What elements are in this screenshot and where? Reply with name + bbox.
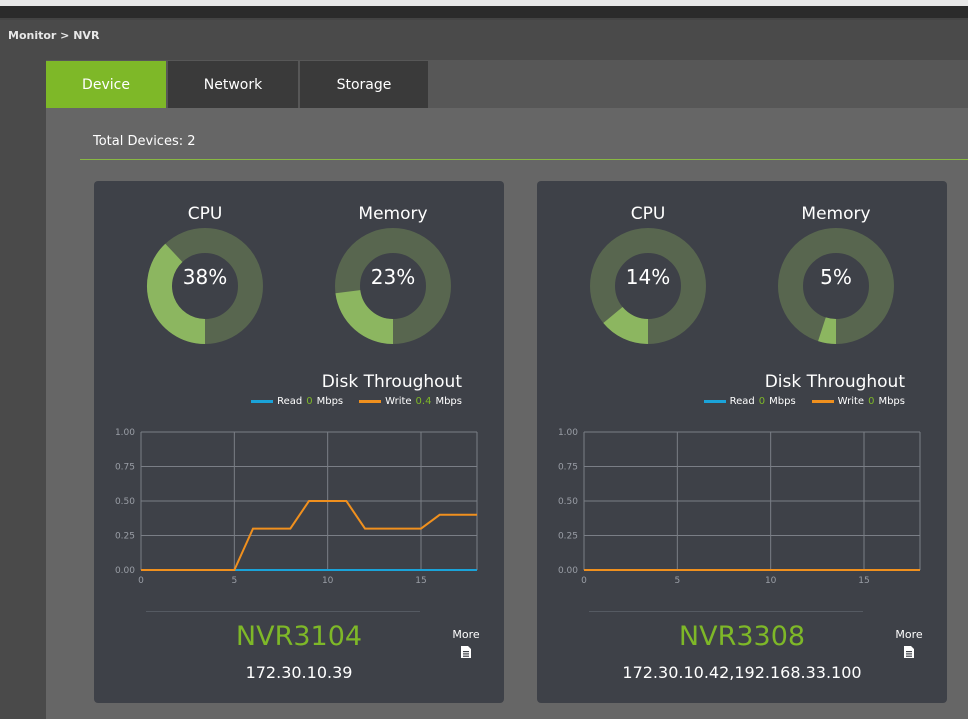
y-tick-label: 0.25 [115, 532, 135, 542]
memory-title: Memory [358, 204, 428, 224]
tab-storage[interactable]: Storage [300, 61, 428, 108]
disk-throughput-chart: 0.00 0.25 0.50 0.75 1.00 0 5 10 15 [558, 428, 921, 586]
write-legend-unit: Mbps [435, 396, 462, 407]
read-legend-swatch [251, 400, 274, 403]
memory-gauge: 23% [334, 227, 452, 345]
disk-throughput-chart: 0.00 0.25 0.50 0.75 1.00 0 5 10 15 [115, 428, 478, 586]
device-ip: 172.30.10.42,192.168.33.100 [622, 663, 862, 682]
x-tick-label: 15 [415, 576, 426, 586]
tab-network[interactable]: Network [168, 61, 298, 108]
write-legend-value: 0.4 [415, 396, 432, 407]
write-legend-label: Write [385, 396, 412, 407]
chart-legend: Read 0 Mbps Write 0.4 Mbps [251, 396, 462, 407]
cpu-value: 14% [625, 265, 671, 289]
y-tick-label: 0.00 [558, 566, 578, 576]
gauge-fill [603, 306, 649, 344]
x-tick-label: 15 [858, 576, 869, 586]
total-devices-label: Total Devices: 2 [93, 134, 196, 149]
device-name: NVR3308 [678, 621, 806, 652]
write-legend-unit: Mbps [878, 396, 905, 407]
more-button[interactable]: More [451, 628, 481, 659]
card-divider [589, 611, 863, 612]
memory-value: 5% [820, 265, 852, 289]
write-legend-swatch [359, 400, 382, 403]
y-tick-label: 0.75 [115, 463, 135, 473]
y-tick-label: 0.75 [558, 463, 578, 473]
write-legend-swatch [811, 400, 834, 403]
more-label: More [452, 628, 480, 641]
device-ip: 172.30.10.39 [245, 663, 353, 682]
tab-device[interactable]: Device [46, 61, 166, 108]
document-icon [461, 646, 471, 658]
x-tick-label: 0 [138, 576, 144, 586]
device-card: CPU 14% Memory 5% Disk Throughout Read 0… [537, 181, 947, 703]
chart-legend: Read 0 Mbps Write 0 Mbps [703, 396, 905, 407]
device-name: NVR3104 [235, 621, 363, 652]
read-legend-unit: Mbps [316, 396, 344, 407]
write-legend-value: 0 [868, 396, 875, 407]
y-tick-label: 0.50 [558, 497, 578, 507]
read-legend-label: Read [729, 396, 755, 407]
cpu-title: CPU [187, 204, 223, 224]
x-tick-label: 0 [581, 576, 587, 586]
memory-title: Memory [801, 204, 871, 224]
read-legend-value: 0 [306, 396, 313, 407]
x-tick-label: 10 [322, 576, 334, 586]
memory-gauge: 5% [777, 227, 895, 345]
x-tick-label: 5 [231, 576, 237, 586]
read-legend-label: Read [277, 396, 303, 407]
read-legend-unit: Mbps [769, 396, 796, 407]
disk-throughput-title: Disk Throughout [764, 372, 905, 392]
top-bar [0, 0, 968, 20]
memory-value: 23% [370, 265, 416, 289]
y-tick-label: 0.25 [558, 532, 578, 542]
card-divider [146, 611, 420, 612]
y-tick-label: 1.00 [558, 428, 578, 438]
gauge-fill [335, 289, 394, 344]
cpu-value: 38% [182, 265, 228, 289]
breadcrumb-bar [0, 20, 968, 60]
disk-throughput-title: Disk Throughout [321, 372, 462, 392]
cpu-gauge: 14% [589, 227, 707, 345]
top-bar-shade [0, 0, 968, 6]
total-devices-divider [80, 159, 968, 160]
device-card: CPU 38% Memory 23% Disk Throughout Read … [94, 181, 504, 703]
breadcrumb: Monitor > NVR [8, 29, 100, 42]
x-tick-label: 5 [674, 576, 680, 586]
x-tick-label: 10 [765, 576, 777, 586]
left-rail [0, 60, 46, 719]
write-legend-label: Write [837, 396, 865, 407]
y-tick-label: 1.00 [115, 428, 135, 438]
cpu-gauge: 38% [146, 227, 264, 345]
more-button[interactable]: More [894, 628, 924, 659]
cpu-title: CPU [630, 204, 666, 224]
document-icon [904, 646, 914, 658]
read-legend-value: 0 [758, 396, 766, 407]
y-tick-label: 0.50 [115, 497, 135, 507]
more-label: More [895, 628, 923, 641]
y-tick-label: 0.00 [115, 566, 135, 576]
read-legend-swatch [703, 400, 726, 403]
gauge-fill [818, 317, 837, 344]
